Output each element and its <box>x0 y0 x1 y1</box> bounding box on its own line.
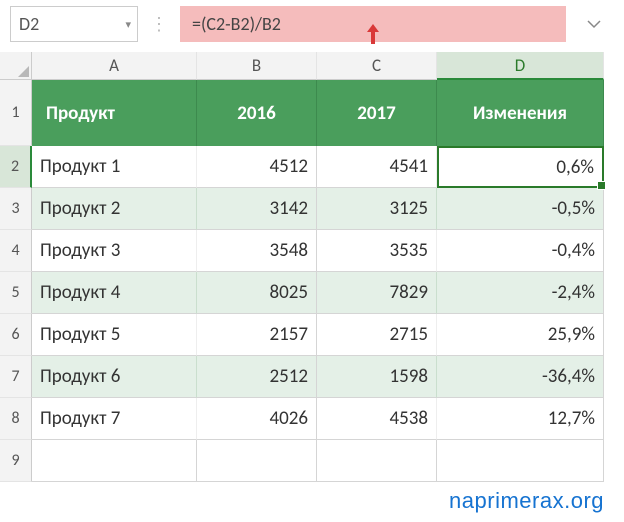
formula-text: =(C2-B2)/B2 <box>192 13 281 35</box>
row-header[interactable]: 6 <box>0 314 32 356</box>
cell[interactable]: 3535 <box>317 230 437 272</box>
cell[interactable]: 4512 <box>197 146 317 188</box>
cell[interactable]: 12,7% <box>437 398 604 440</box>
table-row: Продукт 3 3548 3535 -0,4% <box>32 230 624 272</box>
active-cell[interactable]: 0,6% <box>437 146 604 188</box>
header-cell[interactable]: Продукт <box>32 80 197 146</box>
row-header[interactable]: 3 <box>0 188 32 230</box>
cell[interactable]: -36,4% <box>437 356 604 398</box>
select-all-corner[interactable] <box>0 52 32 80</box>
column-headers: A B C D <box>32 52 624 80</box>
column-header[interactable]: A <box>32 52 197 80</box>
cell[interactable]: 25,9% <box>437 314 604 356</box>
separator: ⋮ <box>146 13 172 35</box>
table-header-row: Продукт 2016 2017 Изменения <box>32 80 624 146</box>
row-header[interactable]: 4 <box>0 230 32 272</box>
cell[interactable]: 4541 <box>317 146 437 188</box>
row-header[interactable]: 9 <box>0 440 32 482</box>
column-header[interactable]: B <box>197 52 317 80</box>
cell[interactable] <box>32 440 197 482</box>
table-row <box>32 440 624 482</box>
column-header[interactable]: D <box>437 52 604 80</box>
table-row: Продукт 5 2157 2715 25,9% <box>32 314 624 356</box>
arrow-up-icon <box>366 24 380 44</box>
data-area: Продукт 2016 2017 Изменения Продукт 1 45… <box>32 80 624 482</box>
cell[interactable]: Продукт 5 <box>32 314 197 356</box>
row-header[interactable]: 5 <box>0 272 32 314</box>
cell[interactable]: -0,4% <box>437 230 604 272</box>
header-cell[interactable]: 2017 <box>317 80 437 146</box>
cell[interactable]: 3548 <box>197 230 317 272</box>
cell[interactable]: -2,4% <box>437 272 604 314</box>
row-header[interactable]: 7 <box>0 356 32 398</box>
column-header[interactable]: C <box>317 52 437 80</box>
name-box[interactable]: D2 ▾ <box>10 6 138 42</box>
cell[interactable]: Продукт 1 <box>32 146 197 188</box>
cell[interactable]: Продукт 2 <box>32 188 197 230</box>
header-cell[interactable]: 2016 <box>197 80 317 146</box>
cell[interactable]: 1598 <box>317 356 437 398</box>
row-headers: 1 2 3 4 5 6 7 8 9 <box>0 52 32 482</box>
formula-bar: D2 ▾ ⋮ =(C2-B2)/B2 <box>0 0 624 52</box>
cell[interactable] <box>317 440 437 482</box>
cell[interactable]: Продукт 6 <box>32 356 197 398</box>
table-row: Продукт 6 2512 1598 -36,4% <box>32 356 624 398</box>
dropdown-icon[interactable]: ▾ <box>125 18 131 31</box>
cell[interactable] <box>197 440 317 482</box>
header-cell[interactable]: Изменения <box>437 80 604 146</box>
spreadsheet-grid: 1 2 3 4 5 6 7 8 9 A B C D Продукт 2016 2… <box>0 52 624 482</box>
cell[interactable]: 7829 <box>317 272 437 314</box>
cell[interactable]: Продукт 7 <box>32 398 197 440</box>
formula-input[interactable]: =(C2-B2)/B2 <box>180 6 566 42</box>
grid-cells: A B C D Продукт 2016 2017 Изменения Прод… <box>32 52 624 482</box>
cell[interactable]: 2157 <box>197 314 317 356</box>
cell[interactable]: 3125 <box>317 188 437 230</box>
table-row: Продукт 2 3142 3125 -0,5% <box>32 188 624 230</box>
cell[interactable]: Продукт 4 <box>32 272 197 314</box>
watermark: naprimerax.org <box>449 488 604 514</box>
table-row: Продукт 4 8025 7829 -2,4% <box>32 272 624 314</box>
table-row: Продукт 7 4026 4538 12,7% <box>32 398 624 440</box>
row-header[interactable]: 2 <box>0 146 32 188</box>
cell[interactable]: 2715 <box>317 314 437 356</box>
cell[interactable]: 4538 <box>317 398 437 440</box>
cell[interactable] <box>437 440 604 482</box>
cell[interactable]: -0,5% <box>437 188 604 230</box>
cell[interactable]: 2512 <box>197 356 317 398</box>
row-header[interactable]: 1 <box>0 80 32 146</box>
cell[interactable]: 4026 <box>197 398 317 440</box>
cell[interactable]: 3142 <box>197 188 317 230</box>
cell[interactable]: Продукт 3 <box>32 230 197 272</box>
table-row: Продукт 1 4512 4541 0,6% <box>32 146 624 188</box>
name-box-value: D2 <box>19 13 39 35</box>
expand-formula-button[interactable] <box>574 6 614 42</box>
cell[interactable]: 8025 <box>197 272 317 314</box>
chevron-down-icon <box>586 19 602 29</box>
row-header[interactable]: 8 <box>0 398 32 440</box>
